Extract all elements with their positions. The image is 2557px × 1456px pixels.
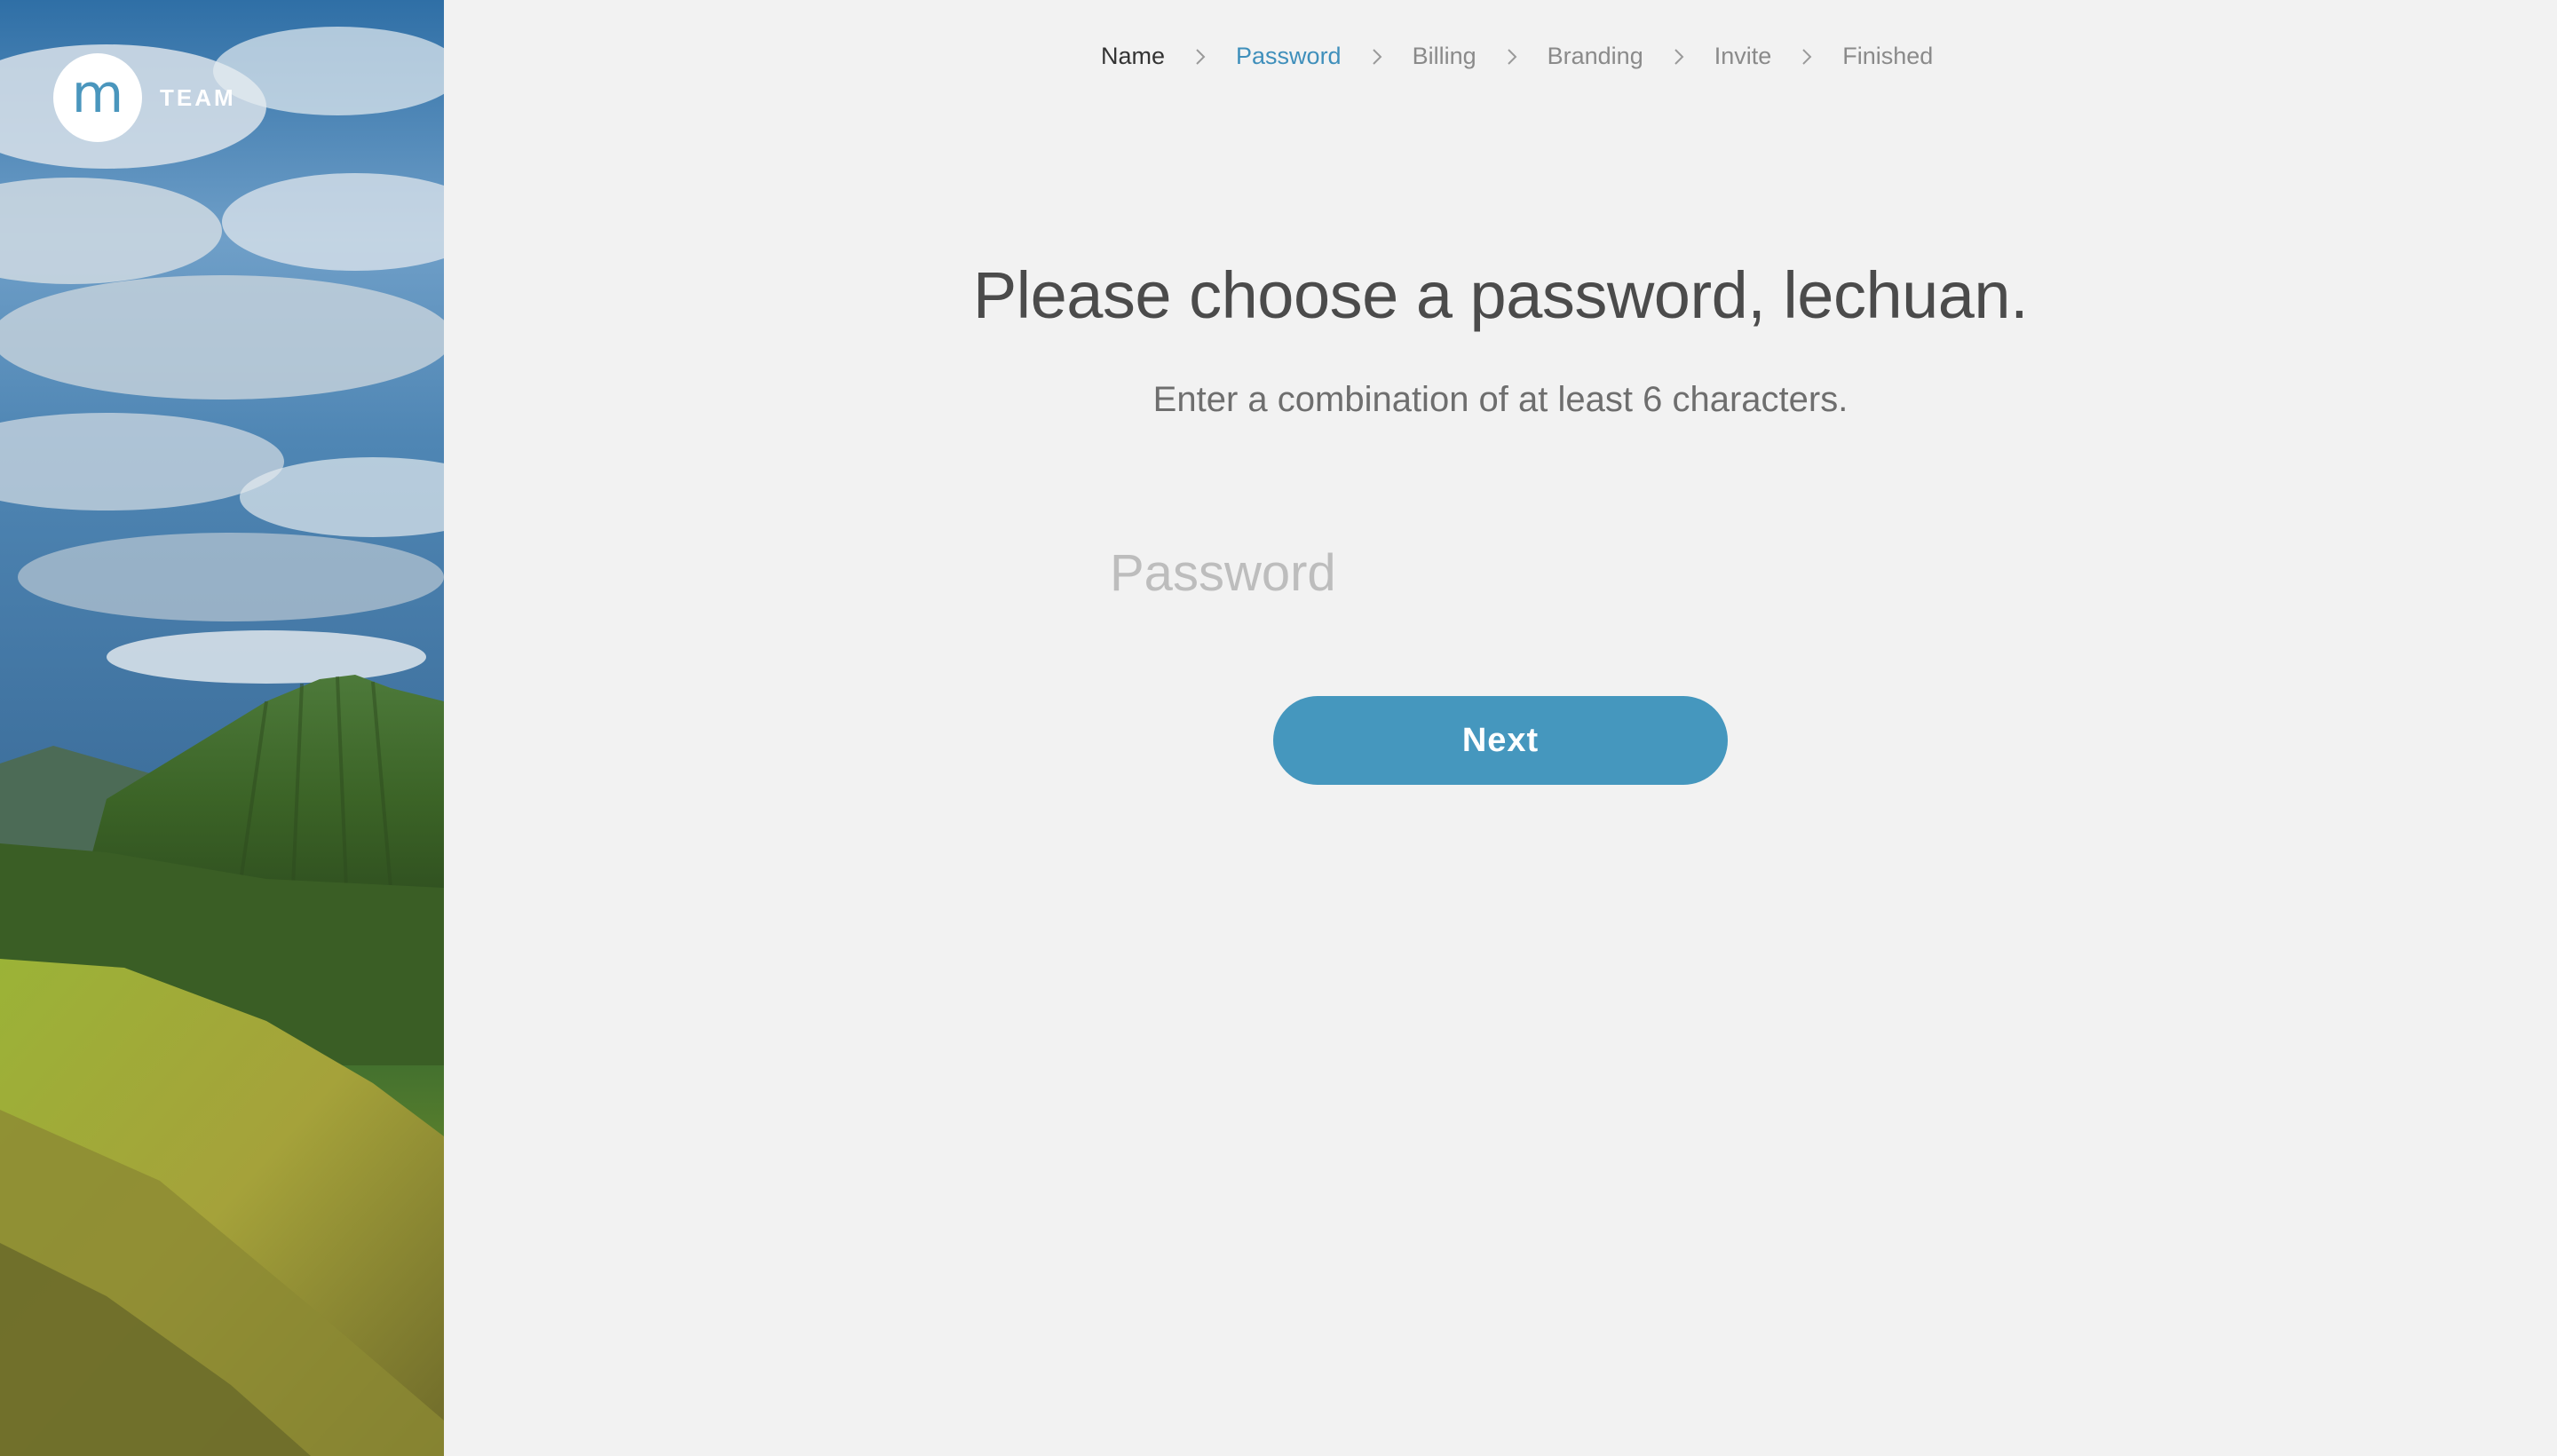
password-input[interactable] (1110, 537, 1891, 608)
password-form: Please choose a password, lechuan. Enter… (444, 0, 2557, 1456)
brand-name: TEAM (160, 83, 236, 111)
next-button[interactable]: Next (1273, 696, 1728, 785)
signup-page: m TEAM Name Password Billing Branding In… (0, 0, 2557, 1456)
logo-icon: m (53, 53, 142, 142)
hero-landscape-image: m TEAM (0, 0, 444, 1456)
brand-logo[interactable]: m TEAM (53, 53, 236, 142)
landscape-illustration (0, 0, 444, 1456)
page-subtitle: Enter a combination of at least 6 charac… (1152, 380, 1848, 419)
page-title: Please choose a password, lechuan. (972, 258, 2029, 332)
